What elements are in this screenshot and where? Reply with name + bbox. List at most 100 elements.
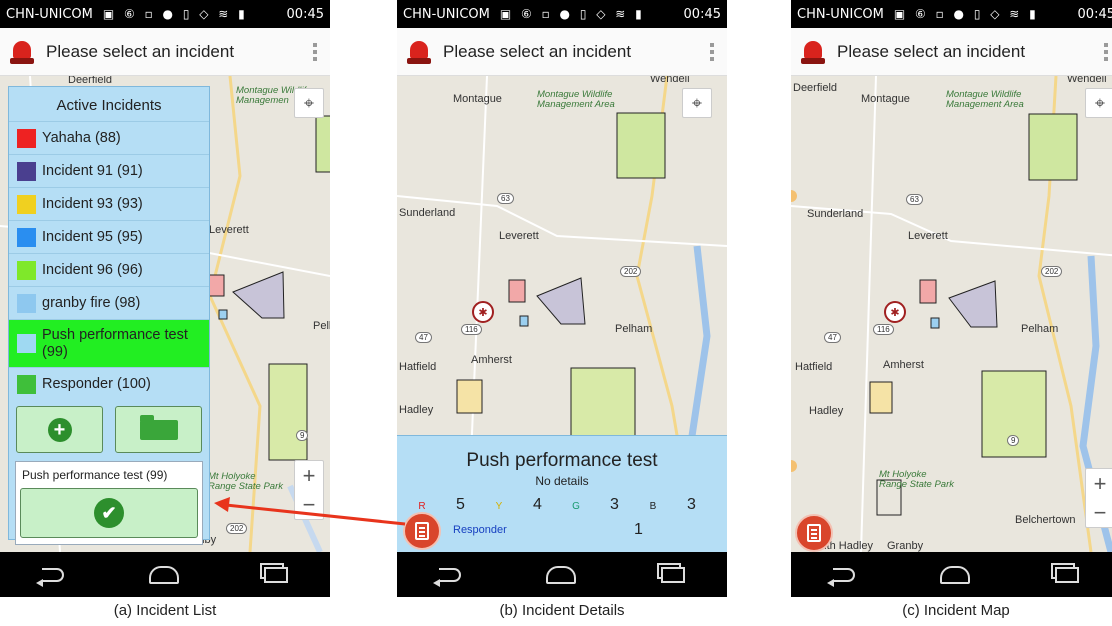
incident-color-swatch <box>17 227 36 247</box>
status-icons: ▣ ⑥ ▫ ● ▯ ◇ ≋ ▮ <box>102 7 248 21</box>
action-bar: Please select an incident <box>791 28 1112 76</box>
map-label-holyoke-2: Range State Park <box>208 481 283 492</box>
overflow-menu-icon[interactable] <box>310 42 320 61</box>
overflow-menu-icon[interactable] <box>1101 42 1111 61</box>
back-icon[interactable] <box>827 567 856 587</box>
overflow-menu-icon[interactable] <box>707 42 717 61</box>
route-badge-116: 116 <box>461 324 482 335</box>
route-badge-202: 202 <box>226 523 248 534</box>
incident-list: Yahaha (88) Incident 91 (91) Incident 93 (… <box>9 121 209 400</box>
locate-button[interactable]: ⌖ <box>1085 88 1112 118</box>
route-badge-63: 63 <box>906 194 923 205</box>
siren-icon <box>10 39 34 65</box>
locate-button[interactable]: ⌖ <box>294 88 324 118</box>
recents-icon[interactable] <box>263 566 288 583</box>
map-label-sunderland: Sunderland <box>399 207 456 219</box>
incident-list-fab[interactable] <box>795 514 833 552</box>
map-label-holyoke-2: Range State Park <box>879 479 954 490</box>
incident-label: Responder (100) <box>42 375 151 392</box>
incident-item[interactable]: Incident 93 (93) <box>9 187 209 220</box>
incident-list-fab[interactable] <box>403 512 441 550</box>
carrier-label: CHN-UNICOM <box>6 6 93 22</box>
zoom-in-icon[interactable]: + <box>303 463 316 489</box>
map-label-pelham: Pelham <box>313 320 330 332</box>
incident-item[interactable]: Yahaha (88) <box>9 121 209 154</box>
zoom-out-icon[interactable]: − <box>303 492 316 518</box>
locate-button[interactable]: ⌖ <box>682 88 712 118</box>
status-bar: CHN-UNICOM ▣ ⑥ ▫ ● ▯ ◇ ≋ ▮ 00:45 <box>397 0 727 28</box>
siren-icon <box>801 39 825 65</box>
route-badge-47: 47 <box>415 332 432 343</box>
home-icon[interactable] <box>545 565 576 584</box>
map-label-belchertown: Belchertown <box>1015 514 1076 526</box>
plus-icon: + <box>47 417 72 442</box>
responder-label[interactable]: Responder <box>453 524 507 536</box>
home-icon[interactable] <box>148 565 179 584</box>
caption-c: (c) Incident Map <box>902 602 1010 619</box>
page-title: Please select an incident <box>443 41 632 61</box>
map-label-amherst: Amherst <box>471 354 512 366</box>
incident-actions: + <box>9 400 209 453</box>
selected-incident-label: Push performance test (99) <box>22 468 168 482</box>
route-badge-47: 47 <box>824 332 841 343</box>
open-folder-button[interactable] <box>115 406 202 453</box>
status-bar: CHN-UNICOM ▣ ⑥ ▫ ● ▯ ◇ ≋ ▮ 00:45 <box>791 0 1112 28</box>
siren-icon <box>407 39 431 65</box>
zoom-control[interactable]: + − <box>294 460 324 520</box>
page-title: Please select an incident <box>837 41 1026 61</box>
map-label-wendell: Wendell <box>650 76 690 85</box>
incident-label: Incident 96 (96) <box>42 261 143 278</box>
severity-label: G <box>572 501 580 512</box>
incident-item[interactable]: Incident 95 (95) <box>9 220 209 253</box>
caption-b: (b) Incident Details <box>499 602 625 619</box>
map-label-pelham: Pelham <box>615 323 653 335</box>
action-bar: Please select an incident <box>0 28 330 76</box>
zoom-in-icon[interactable]: + <box>1094 471 1107 497</box>
recents-icon[interactable] <box>1054 566 1079 583</box>
incident-item[interactable]: Incident 91 (91) <box>9 154 209 187</box>
incident-item[interactable]: Incident 96 (96) <box>9 253 209 286</box>
map-label-leverett: Leverett <box>499 230 539 242</box>
map-label-deerfield: Deerfield <box>68 76 113 86</box>
incident-label: Incident 93 (93) <box>42 195 143 212</box>
back-icon[interactable] <box>36 567 65 587</box>
route-badge-63: 63 <box>497 193 514 204</box>
status-bar: CHN-UNICOM ▣ ⑥ ▫ ● ▯ ◇ ≋ ▮ 00:45 <box>0 0 330 28</box>
severity-label: B <box>649 501 657 512</box>
severity-count: 3 <box>610 496 619 513</box>
map-label-hadley: Hadley <box>399 404 434 416</box>
phone-incident-details: CHN-UNICOM ▣ ⑥ ▫ ● ▯ ◇ ≋ ▮ 00:45 Please … <box>397 0 727 597</box>
crosshair-icon: ⌖ <box>303 92 315 113</box>
incident-item[interactable]: Responder (100) <box>9 367 209 400</box>
incident-item[interactable]: granby fire (98) <box>9 286 209 319</box>
selected-incident-box: Push performance test (99) ✔ <box>15 461 203 545</box>
nav-bar <box>0 552 330 597</box>
route-badge-202: 202 <box>620 266 642 277</box>
incident-title: Push performance test <box>466 450 658 471</box>
map-label-wildlife-2: Managemen <box>236 95 289 106</box>
incident-list-title: Active Incidents <box>56 97 162 114</box>
svg-text:✱: ✱ <box>478 306 487 319</box>
map-label-leverett: Leverett <box>209 224 249 236</box>
back-icon[interactable] <box>433 567 462 587</box>
map-label-pelham: Pelham <box>1021 323 1059 335</box>
zoom-out-icon[interactable]: − <box>1094 500 1107 526</box>
add-incident-button[interactable]: + <box>16 406 103 453</box>
route-badge-116: 116 <box>873 324 894 335</box>
nav-bar <box>397 552 727 597</box>
map-label-granby: Granby <box>887 540 924 552</box>
map-view[interactable]: ✱ Deerfield Montague Wendell Montague Wi… <box>791 76 1112 552</box>
incident-label: Incident 95 (95) <box>42 228 143 245</box>
zoom-control[interactable]: + − <box>1085 468 1112 528</box>
caption-a: (a) Incident List <box>113 602 217 619</box>
incident-item[interactable]: Push performance test (99) <box>9 319 209 367</box>
incident-list-panel: Active Incidents Yahaha (88) Incident 91 … <box>8 86 210 545</box>
severity-counts: R 5 Y 4 G 3 B 3 <box>411 496 721 514</box>
map-label-montague: Montague <box>453 93 502 105</box>
incident-label: Incident 91 (91) <box>42 162 143 179</box>
recents-icon[interactable] <box>660 566 685 583</box>
confirm-button[interactable]: ✔ <box>20 488 198 538</box>
map-label-wildlife-2: Management Area <box>537 99 615 110</box>
incident-color-swatch <box>17 334 36 353</box>
home-icon[interactable] <box>939 565 970 584</box>
